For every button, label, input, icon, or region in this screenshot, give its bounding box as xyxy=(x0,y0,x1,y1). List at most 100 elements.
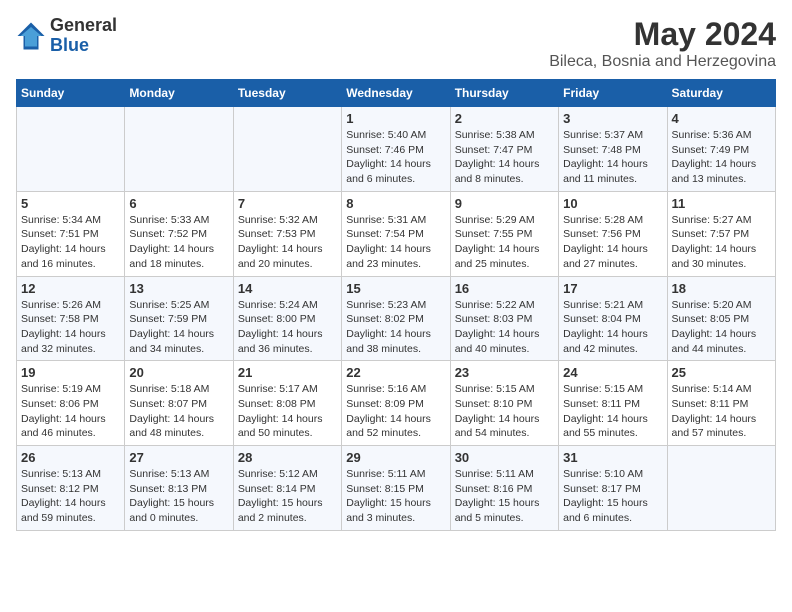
day-number: 2 xyxy=(455,111,554,126)
day-number: 8 xyxy=(346,196,445,211)
calendar-cell: 24 Sunrise: 5:15 AM Sunset: 8:11 PM Dayli… xyxy=(559,361,667,446)
day-number: 9 xyxy=(455,196,554,211)
header-friday: Friday xyxy=(559,80,667,107)
day-number: 26 xyxy=(21,450,120,465)
calendar-cell: 30 Sunrise: 5:11 AM Sunset: 8:16 PM Dayli… xyxy=(450,446,558,531)
day-number: 11 xyxy=(672,196,771,211)
day-number: 1 xyxy=(346,111,445,126)
day-info: Sunrise: 5:29 AM Sunset: 7:55 PM Dayligh… xyxy=(455,213,554,272)
calendar-cell: 27 Sunrise: 5:13 AM Sunset: 8:13 PM Dayli… xyxy=(125,446,233,531)
day-number: 30 xyxy=(455,450,554,465)
day-info: Sunrise: 5:11 AM Sunset: 8:15 PM Dayligh… xyxy=(346,467,445,526)
day-info: Sunrise: 5:16 AM Sunset: 8:09 PM Dayligh… xyxy=(346,382,445,441)
calendar-cell: 23Sunrise: 5:15 AM Sunset: 8:10 PM Dayli… xyxy=(450,361,558,446)
calendar-cell: 17Sunrise: 5:21 AM Sunset: 8:04 PM Dayli… xyxy=(559,276,667,361)
day-number: 14 xyxy=(238,281,337,296)
day-number: 21 xyxy=(238,365,337,380)
calendar-cell: 2 Sunrise: 5:38 AM Sunset: 7:47 PM Daylig… xyxy=(450,107,558,192)
calendar-cell: 25Sunrise: 5:14 AM Sunset: 8:11 PM Dayli… xyxy=(667,361,775,446)
day-number: 17 xyxy=(563,281,662,296)
header-thursday: Thursday xyxy=(450,80,558,107)
logo-general-text: General xyxy=(50,16,117,36)
header-saturday: Saturday xyxy=(667,80,775,107)
day-number: 13 xyxy=(129,281,228,296)
day-info: Sunrise: 5:37 AM Sunset: 7:48 PM Dayligh… xyxy=(563,128,662,187)
calendar-cell: 8 Sunrise: 5:31 AM Sunset: 7:54 PM Daylig… xyxy=(342,191,450,276)
day-info: Sunrise: 5:11 AM Sunset: 8:16 PM Dayligh… xyxy=(455,467,554,526)
day-info: Sunrise: 5:20 AM Sunset: 8:05 PM Dayligh… xyxy=(672,298,771,357)
header-monday: Monday xyxy=(125,80,233,107)
day-info: Sunrise: 5:33 AM Sunset: 7:52 PM Dayligh… xyxy=(129,213,228,272)
calendar-cell: 6 Sunrise: 5:33 AM Sunset: 7:52 PM Daylig… xyxy=(125,191,233,276)
day-number: 12 xyxy=(21,281,120,296)
day-info: Sunrise: 5:28 AM Sunset: 7:56 PM Dayligh… xyxy=(563,213,662,272)
day-info: Sunrise: 5:15 AM Sunset: 8:11 PM Dayligh… xyxy=(563,382,662,441)
calendar-cell: 15 Sunrise: 5:23 AM Sunset: 8:02 PM Dayli… xyxy=(342,276,450,361)
calendar-cell: 19Sunrise: 5:19 AM Sunset: 8:06 PM Dayli… xyxy=(17,361,125,446)
calendar-week-row: 19Sunrise: 5:19 AM Sunset: 8:06 PM Dayli… xyxy=(17,361,776,446)
day-number: 10 xyxy=(563,196,662,211)
calendar-cell: 4Sunrise: 5:36 AM Sunset: 7:49 PM Daylig… xyxy=(667,107,775,192)
day-info: Sunrise: 5:25 AM Sunset: 7:59 PM Dayligh… xyxy=(129,298,228,357)
month-year-title: May 2024 xyxy=(549,16,776,53)
calendar-cell xyxy=(667,446,775,531)
day-info: Sunrise: 5:19 AM Sunset: 8:06 PM Dayligh… xyxy=(21,382,120,441)
day-number: 23 xyxy=(455,365,554,380)
calendar-cell xyxy=(233,107,341,192)
logo-icon xyxy=(16,21,46,51)
logo-text: General Blue xyxy=(50,16,117,56)
calendar-cell: 18Sunrise: 5:20 AM Sunset: 8:05 PM Dayli… xyxy=(667,276,775,361)
day-info: Sunrise: 5:22 AM Sunset: 8:03 PM Dayligh… xyxy=(455,298,554,357)
day-number: 24 xyxy=(563,365,662,380)
calendar-cell: 11 Sunrise: 5:27 AM Sunset: 7:57 PM Dayli… xyxy=(667,191,775,276)
day-info: Sunrise: 5:34 AM Sunset: 7:51 PM Dayligh… xyxy=(21,213,120,272)
day-number: 6 xyxy=(129,196,228,211)
day-number: 22 xyxy=(346,365,445,380)
calendar-cell: 9 Sunrise: 5:29 AM Sunset: 7:55 PM Daylig… xyxy=(450,191,558,276)
page-header: General Blue May 2024 Bileca, Bosnia and… xyxy=(16,16,776,71)
calendar-header-row: SundayMondayTuesdayWednesdayThursdayFrid… xyxy=(17,80,776,107)
day-number: 27 xyxy=(129,450,228,465)
title-block: May 2024 Bileca, Bosnia and Herzegovina xyxy=(549,16,776,71)
calendar-week-row: 26Sunrise: 5:13 AM Sunset: 8:12 PM Dayli… xyxy=(17,446,776,531)
day-info: Sunrise: 5:14 AM Sunset: 8:11 PM Dayligh… xyxy=(672,382,771,441)
day-info: Sunrise: 5:23 AM Sunset: 8:02 PM Dayligh… xyxy=(346,298,445,357)
calendar-cell: 1Sunrise: 5:40 AM Sunset: 7:46 PM Daylig… xyxy=(342,107,450,192)
calendar-cell xyxy=(125,107,233,192)
calendar-cell: 13 Sunrise: 5:25 AM Sunset: 7:59 PM Dayli… xyxy=(125,276,233,361)
calendar-cell xyxy=(17,107,125,192)
day-number: 3 xyxy=(563,111,662,126)
location-subtitle: Bileca, Bosnia and Herzegovina xyxy=(549,53,776,71)
day-info: Sunrise: 5:18 AM Sunset: 8:07 PM Dayligh… xyxy=(129,382,228,441)
calendar-cell: 29Sunrise: 5:11 AM Sunset: 8:15 PM Dayli… xyxy=(342,446,450,531)
header-sunday: Sunday xyxy=(17,80,125,107)
day-number: 15 xyxy=(346,281,445,296)
calendar-week-row: 12Sunrise: 5:26 AM Sunset: 7:58 PM Dayli… xyxy=(17,276,776,361)
calendar-table: SundayMondayTuesdayWednesdayThursdayFrid… xyxy=(16,79,776,531)
day-info: Sunrise: 5:38 AM Sunset: 7:47 PM Dayligh… xyxy=(455,128,554,187)
day-info: Sunrise: 5:31 AM Sunset: 7:54 PM Dayligh… xyxy=(346,213,445,272)
header-tuesday: Tuesday xyxy=(233,80,341,107)
calendar-cell: 22 Sunrise: 5:16 AM Sunset: 8:09 PM Dayli… xyxy=(342,361,450,446)
day-number: 4 xyxy=(672,111,771,126)
day-number: 5 xyxy=(21,196,120,211)
day-info: Sunrise: 5:32 AM Sunset: 7:53 PM Dayligh… xyxy=(238,213,337,272)
header-wednesday: Wednesday xyxy=(342,80,450,107)
calendar-cell: 7 Sunrise: 5:32 AM Sunset: 7:53 PM Daylig… xyxy=(233,191,341,276)
calendar-cell: 26Sunrise: 5:13 AM Sunset: 8:12 PM Dayli… xyxy=(17,446,125,531)
calendar-cell: 28Sunrise: 5:12 AM Sunset: 8:14 PM Dayli… xyxy=(233,446,341,531)
day-info: Sunrise: 5:12 AM Sunset: 8:14 PM Dayligh… xyxy=(238,467,337,526)
logo-blue-text: Blue xyxy=(50,36,117,56)
day-number: 31 xyxy=(563,450,662,465)
calendar-cell: 10 Sunrise: 5:28 AM Sunset: 7:56 PM Dayli… xyxy=(559,191,667,276)
day-info: Sunrise: 5:13 AM Sunset: 8:13 PM Dayligh… xyxy=(129,467,228,526)
logo: General Blue xyxy=(16,16,117,56)
day-number: 7 xyxy=(238,196,337,211)
calendar-week-row: 5 Sunrise: 5:34 AM Sunset: 7:51 PM Daylig… xyxy=(17,191,776,276)
day-info: Sunrise: 5:24 AM Sunset: 8:00 PM Dayligh… xyxy=(238,298,337,357)
calendar-cell: 21Sunrise: 5:17 AM Sunset: 8:08 PM Dayli… xyxy=(233,361,341,446)
day-info: Sunrise: 5:27 AM Sunset: 7:57 PM Dayligh… xyxy=(672,213,771,272)
calendar-cell: 31Sunrise: 5:10 AM Sunset: 8:17 PM Dayli… xyxy=(559,446,667,531)
calendar-cell: 3 Sunrise: 5:37 AM Sunset: 7:48 PM Daylig… xyxy=(559,107,667,192)
calendar-cell: 5 Sunrise: 5:34 AM Sunset: 7:51 PM Daylig… xyxy=(17,191,125,276)
